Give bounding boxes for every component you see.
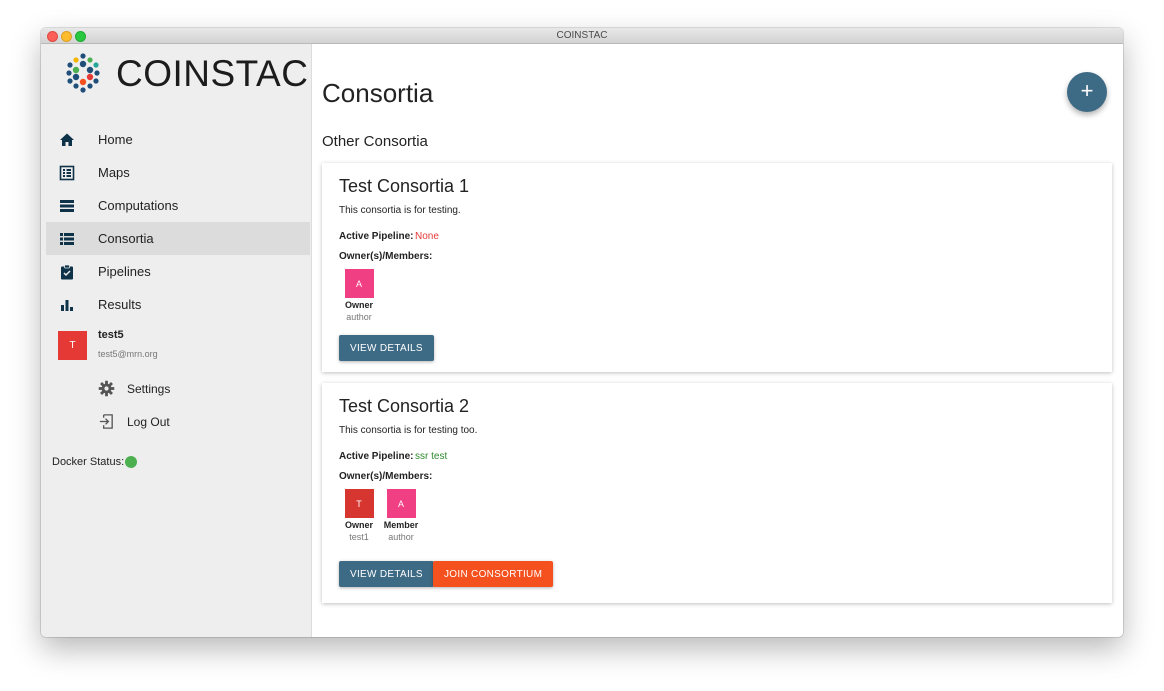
app-window: COINSTAC COINSTAC Home Maps Computations… [41,28,1123,637]
maps-icon [59,165,75,181]
members-label: Owner(s)/Members: [339,471,433,482]
title-bar: COINSTAC [41,28,1123,44]
member-item: A Member author [379,489,423,542]
member-avatar: A [386,489,416,518]
sidebar-item-label: Consortia [98,231,154,246]
active-pipeline-label: Active Pipeline: [339,451,414,462]
consortia-icon [60,233,74,245]
docker-status-label: Docker Status: [52,456,125,468]
consortium-title: Test Consortia 1 [339,176,470,196]
docker-status-indicator [125,456,137,468]
join-consortium-button[interactable]: JOIN CONSORTIUM [433,561,554,587]
home-icon [60,133,74,146]
settings-link[interactable]: Settings [98,378,288,400]
member-avatar: T [344,489,374,518]
settings-label: Settings [127,382,171,396]
sidebar-item-label: Results [98,297,142,312]
active-pipeline-label: Active Pipeline: [339,231,414,242]
members-label: Owner(s)/Members: [339,251,433,262]
member-role: Owner [344,520,373,530]
view-details-button[interactable]: VIEW DETAILS [339,335,434,361]
results-icon [61,300,73,311]
pipelines-icon [61,264,73,280]
consortium-title: Test Consortia 2 [339,396,470,416]
sidebar: COINSTAC Home Maps Computations Consorti… [41,44,312,637]
member-name: test1 [349,532,369,542]
user-name: test5 [98,329,124,341]
consortium-card: Test Consortia 1 This consortia is for t… [322,163,1112,372]
consortium-description: This consortia is for testing too. [339,425,478,436]
active-pipeline-value: None [415,231,439,242]
member-avatar: A [344,269,374,298]
add-consortium-button[interactable]: + [1067,72,1107,112]
sidebar-item-label: Pipelines [98,264,151,279]
member-role: Owner [344,300,373,310]
member-item: T Owner test1 [337,489,381,542]
user-email: test5@mrn.org [98,349,158,359]
logout-link[interactable]: Log Out [98,411,288,433]
member-name: author [346,312,372,322]
sidebar-item-label: Maps [98,165,130,180]
coinstac-logo-icon [66,53,100,93]
sidebar-item-maps[interactable]: Maps [46,156,310,189]
sidebar-item-pipelines[interactable]: Pipelines [46,255,310,288]
consortium-card: Test Consortia 2 This consortia is for t… [322,383,1112,603]
consortium-description: This consortia is for testing. [339,205,461,216]
logout-label: Log Out [127,415,170,429]
section-title: Other Consortia [322,133,428,150]
computations-icon [60,200,74,212]
active-pipeline-value: ssr test [415,451,448,462]
member-role: Member [383,520,419,530]
sidebar-item-computations[interactable]: Computations [46,189,310,222]
member-name: author [388,532,414,542]
page-title: Consortia [322,78,434,108]
main-content: Consortia + Other Consortia Test Consort… [312,44,1123,637]
logout-icon [99,414,113,429]
member-item: A Owner author [337,269,381,322]
view-details-button[interactable]: VIEW DETAILS [339,561,434,587]
window-title: COINSTAC [556,30,608,41]
sidebar-item-results[interactable]: Results [46,288,310,321]
sidebar-item-home[interactable]: Home [46,123,310,156]
sidebar-item-label: Computations [98,198,179,213]
sidebar-item-consortia[interactable]: Consortia [46,222,310,255]
user-avatar: T [58,331,87,360]
sidebar-item-label: Home [98,132,133,147]
brand-title: COINSTAC [116,53,309,94]
gear-icon [98,380,115,397]
